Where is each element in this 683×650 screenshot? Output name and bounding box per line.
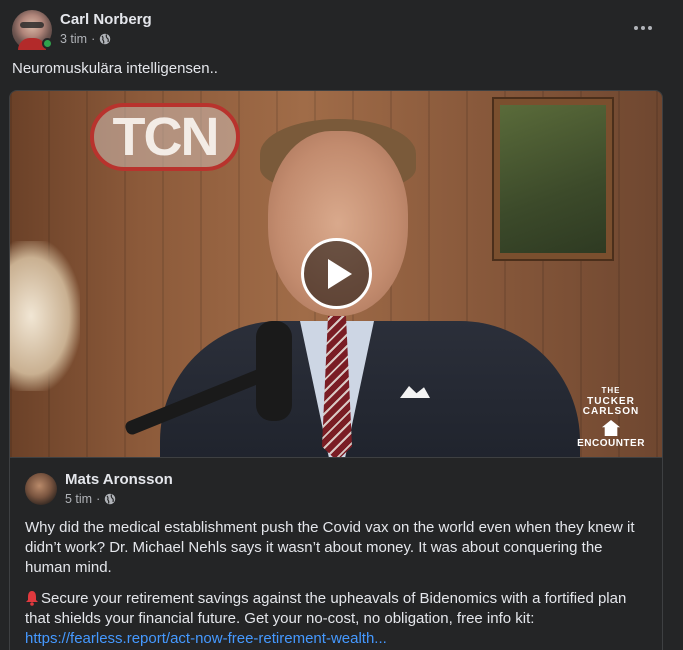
more-options-button[interactable] (631, 18, 655, 38)
shared-post-paragraph-2: Secure your retirement savings against t… (25, 589, 650, 649)
bell-icon (26, 591, 38, 606)
shared-author-name[interactable]: Mats Aronsson (65, 470, 173, 489)
shared-post-meta: 5 tim · (65, 491, 173, 507)
lamp (10, 241, 80, 391)
shared-post-paragraph-2-text: Secure your retirement savings against t… (25, 590, 627, 627)
header-text: Carl Norberg 3 tim · (60, 10, 152, 47)
shared-post-header: Mats Aronsson 5 tim · (25, 470, 647, 507)
retirement-kit-link[interactable]: https://fearless.report/act-now-free-ret… (25, 630, 387, 647)
post-header: Carl Norberg 3 tim · (12, 10, 152, 50)
globe-icon (105, 493, 116, 504)
tucker-carlson-encounter-logo: THE TUCKER CARLSON ENCOUNTER (577, 386, 645, 449)
meta-separator: · (91, 31, 96, 46)
shared-post-time[interactable]: 5 tim (65, 491, 92, 507)
post-text: Neuromuskulära intelligensen.. (12, 60, 218, 77)
post-meta: 3 tim · (60, 31, 152, 47)
shared-author-avatar[interactable] (25, 473, 57, 505)
more-options-icon (634, 26, 638, 30)
globe-icon (100, 33, 111, 44)
post-time[interactable]: 3 tim (60, 31, 87, 47)
tcn-sign: TCN (90, 103, 240, 171)
shared-post-card[interactable]: TCN THE TUCKER CARLSON ENCOUNTER Mats Ar… (9, 90, 663, 650)
house-icon (602, 420, 620, 436)
shared-post-body: Mats Aronsson 5 tim · Why did the medica… (10, 457, 662, 649)
meta-separator: · (96, 491, 101, 506)
author-name[interactable]: Carl Norberg (60, 10, 152, 29)
avatar-sunglasses (20, 22, 44, 28)
microphone (256, 321, 292, 421)
video-thumbnail[interactable]: TCN THE TUCKER CARLSON ENCOUNTER (10, 91, 662, 457)
play-icon (327, 258, 352, 289)
online-status-dot (42, 38, 53, 49)
wall-painting (494, 99, 612, 259)
play-button[interactable] (301, 238, 372, 309)
shared-post-paragraph-1: Why did the medical establishment push t… (25, 519, 635, 576)
author-avatar[interactable] (12, 10, 53, 50)
